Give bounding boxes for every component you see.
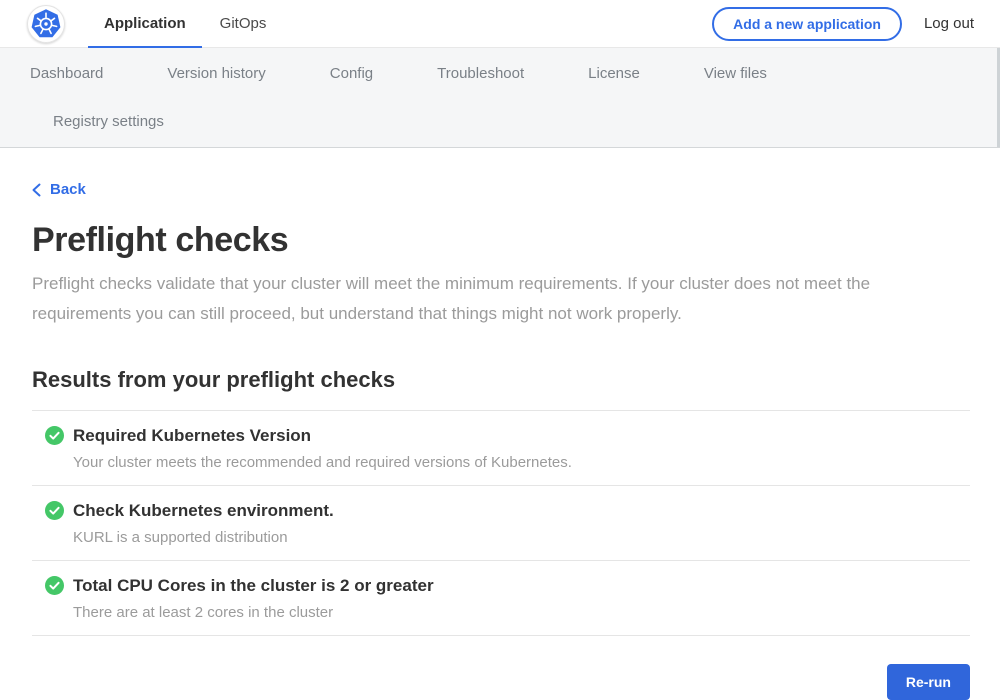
subnav-item-license[interactable]: License [588,62,640,86]
preflight-result-row: Total CPU Cores in the cluster is 2 or g… [32,561,970,636]
top-navigation: Application GitOps Add a new application… [0,0,1000,48]
check-message: KURL is a supported distribution [73,529,334,547]
preflight-results-list: Required Kubernetes Version Your cluster… [32,410,970,636]
tab-gitops[interactable]: GitOps [204,0,283,48]
check-body: Total CPU Cores in the cluster is 2 or g… [73,575,434,622]
check-title: Required Kubernetes Version [73,425,572,446]
check-title: Check Kubernetes environment. [73,500,334,521]
preflight-result-row: Check Kubernetes environment. KURL is a … [32,486,970,561]
results-heading: Results from your preflight checks [32,367,970,393]
subnav-item-dashboard[interactable]: Dashboard [30,62,103,86]
topnav-actions: Add a new application Log out [712,7,974,41]
subnav-item-version-history[interactable]: Version history [167,62,265,86]
page-description: Preflight checks validate that your clus… [32,269,944,329]
page-title: Preflight checks [32,221,970,260]
subnav-item-view-files[interactable]: View files [704,62,767,86]
check-title: Total CPU Cores in the cluster is 2 or g… [73,575,434,596]
app-subnav: Dashboard Version history Config Trouble… [0,48,1000,148]
top-tabs: Application GitOps [88,0,282,48]
chevron-left-icon [32,183,41,197]
check-message: Your cluster meets the recommended and r… [73,454,572,472]
check-circle-icon [45,501,64,520]
check-circle-icon [45,426,64,445]
kubernetes-logo-icon [27,5,65,43]
back-link[interactable]: Back [32,181,86,198]
check-circle-icon [45,576,64,595]
back-label: Back [50,181,86,198]
subnav-item-troubleshoot[interactable]: Troubleshoot [437,62,524,86]
subnav-item-registry-settings[interactable]: Registry settings [53,110,164,134]
logout-link[interactable]: Log out [924,15,974,32]
preflight-page: Back Preflight checks Preflight checks v… [0,148,1000,700]
footer-actions: Re-run [32,664,970,700]
rerun-button[interactable]: Re-run [887,664,970,700]
tab-application[interactable]: Application [88,0,202,48]
preflight-result-row: Required Kubernetes Version Your cluster… [32,411,970,486]
check-body: Required Kubernetes Version Your cluster… [73,425,572,472]
add-application-button[interactable]: Add a new application [712,7,902,41]
subnav-item-config[interactable]: Config [330,62,373,86]
check-message: There are at least 2 cores in the cluste… [73,604,434,622]
check-body: Check Kubernetes environment. KURL is a … [73,500,334,547]
